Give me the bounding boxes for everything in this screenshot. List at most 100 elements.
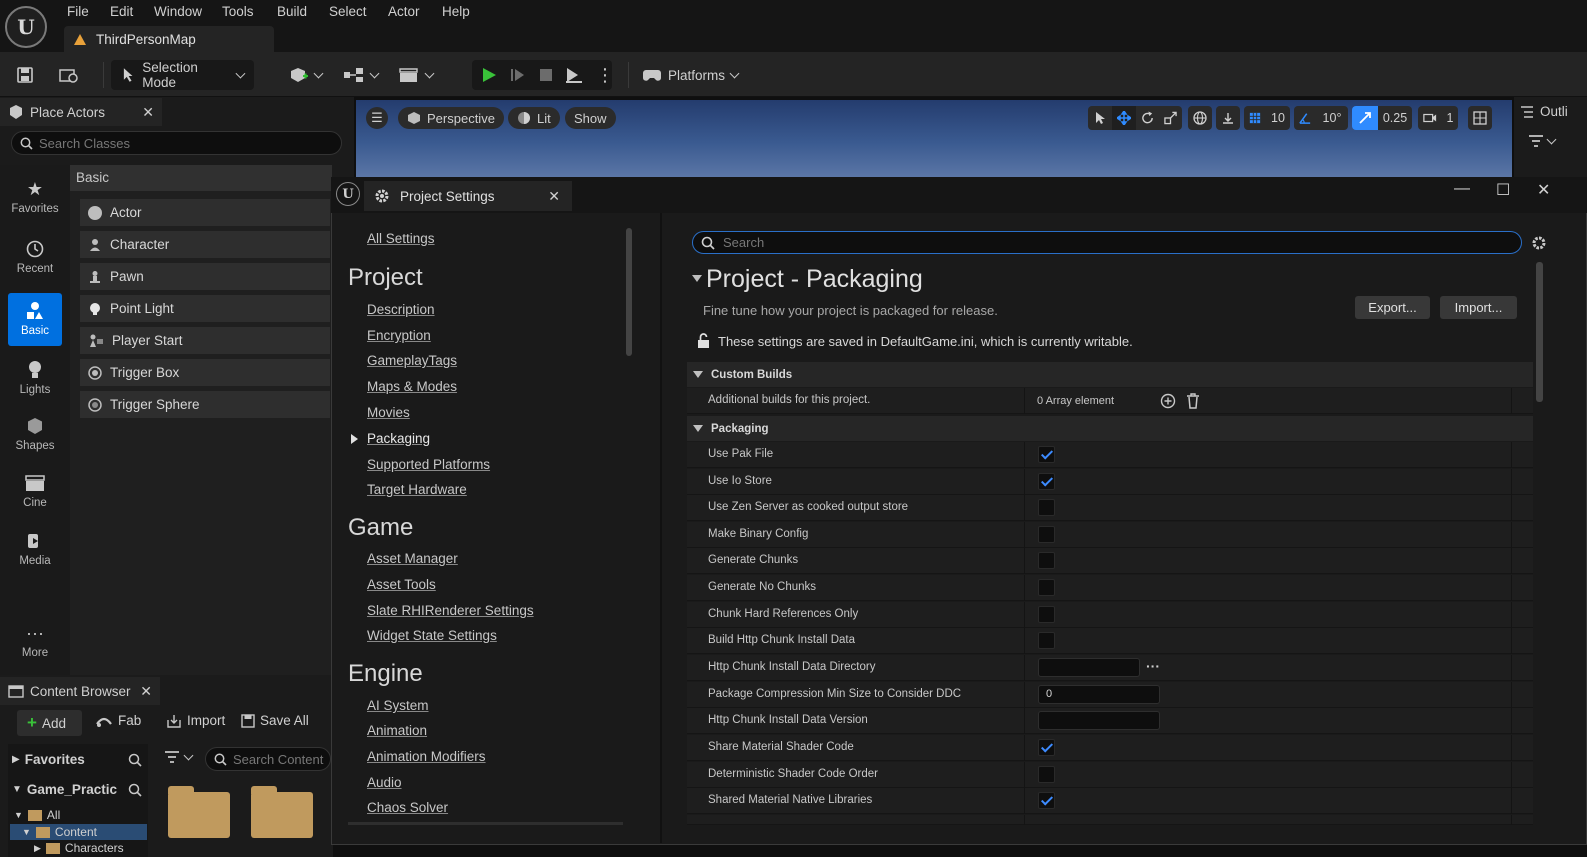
lit-button[interactable]: Lit xyxy=(508,107,560,129)
nav-chaos-solver[interactable]: Chaos Solver xyxy=(367,800,448,815)
http-chunk-directory-input[interactable] xyxy=(1038,658,1140,677)
settings-options-gear-icon[interactable] xyxy=(1531,235,1547,251)
folder-thumbnail[interactable] xyxy=(251,786,313,838)
play-options-icon[interactable]: ⋮ xyxy=(596,60,614,90)
nav-description[interactable]: Description xyxy=(367,302,435,317)
save-icon[interactable] xyxy=(16,60,34,90)
outliner-filter-dropdown[interactable] xyxy=(1528,134,1557,147)
actor-item-trigger-box[interactable]: Trigger Box xyxy=(80,359,330,386)
unreal-logo-icon[interactable]: U xyxy=(5,6,47,48)
add-element-icon[interactable] xyxy=(1160,393,1176,409)
expand-right-icon[interactable] xyxy=(351,434,358,444)
nav-encryption[interactable]: Encryption xyxy=(367,328,431,343)
category-recent[interactable]: Recent xyxy=(0,239,70,275)
surface-snap-icon[interactable] xyxy=(1216,106,1240,130)
menu-actor[interactable]: Actor xyxy=(388,4,420,19)
category-shapes[interactable]: Shapes xyxy=(0,416,70,452)
nav-scrollbar[interactable] xyxy=(626,228,632,356)
make-binary-config-checkbox[interactable] xyxy=(1038,526,1055,543)
viewport-menu-icon[interactable]: ☰ xyxy=(366,107,388,129)
project-settings-tab[interactable]: Project Settings ✕ xyxy=(364,181,572,211)
menu-tools[interactable]: Tools xyxy=(222,4,254,19)
content-browse-icon[interactable] xyxy=(58,60,80,90)
use-pak-file-checkbox[interactable] xyxy=(1038,446,1055,463)
export-button[interactable]: Export... xyxy=(1355,296,1430,319)
packaging-section[interactable]: Packaging xyxy=(687,416,1533,441)
favorites-section[interactable]: ▶ Favorites xyxy=(12,752,142,767)
nav-widget-state[interactable]: Widget State Settings xyxy=(367,628,497,643)
generate-no-chunks-checkbox[interactable] xyxy=(1038,579,1055,596)
close-icon[interactable]: ✕ xyxy=(548,188,560,205)
place-actors-tab[interactable]: Place Actors ✕ xyxy=(0,98,162,126)
menu-build[interactable]: Build xyxy=(277,4,307,19)
nav-ai-system[interactable]: AI System xyxy=(367,698,429,713)
browse-ellipsis-icon[interactable]: ··· xyxy=(1146,658,1160,674)
menu-select[interactable]: Select xyxy=(329,4,367,19)
blueprint-dropdown[interactable] xyxy=(343,60,380,90)
category-lights[interactable]: Lights xyxy=(0,360,70,396)
share-material-shader-checkbox[interactable] xyxy=(1038,739,1055,756)
use-io-store-checkbox[interactable] xyxy=(1038,473,1055,490)
category-cine[interactable]: Cine xyxy=(0,473,70,509)
camera-speed-icon[interactable] xyxy=(1418,106,1442,130)
custom-builds-section[interactable]: Custom Builds xyxy=(687,362,1533,387)
play-icon[interactable] xyxy=(480,60,498,90)
actor-item-player-start[interactable]: Player Start xyxy=(80,327,330,354)
compression-min-size-input[interactable]: 0 xyxy=(1038,685,1160,704)
scale-tool-icon[interactable] xyxy=(1159,106,1182,130)
import-button[interactable]: Import... xyxy=(1440,296,1517,319)
rotate-tool-icon[interactable] xyxy=(1136,106,1159,130)
actor-item-pawn[interactable]: Pawn xyxy=(80,263,330,290)
chunk-hard-references-checkbox[interactable] xyxy=(1038,606,1055,623)
eject-icon[interactable] xyxy=(564,60,584,90)
tree-item-content[interactable]: ▼ Content xyxy=(10,824,147,840)
step-icon[interactable] xyxy=(509,60,527,90)
import-button[interactable]: Import xyxy=(166,713,225,728)
nav-gameplay-tags[interactable]: GameplayTags xyxy=(367,353,457,368)
maximize-icon[interactable]: ☐ xyxy=(1496,180,1510,200)
scale-snap-value[interactable]: 0.25 xyxy=(1378,106,1412,130)
settings-search-input[interactable]: Search xyxy=(692,231,1522,254)
settings-scrollbar[interactable] xyxy=(1536,262,1543,402)
category-media[interactable]: Media xyxy=(0,531,70,567)
select-tool-icon[interactable] xyxy=(1088,106,1112,130)
rotation-snap-value[interactable]: 10° xyxy=(1316,106,1348,130)
trash-icon[interactable] xyxy=(1186,393,1200,409)
search-content-input[interactable]: Search Content xyxy=(205,747,331,771)
nav-asset-manager[interactable]: Asset Manager xyxy=(367,551,458,566)
cinematics-dropdown[interactable] xyxy=(398,60,435,90)
search-classes-input[interactable]: Search Classes xyxy=(11,131,342,155)
nav-slate-rhi[interactable]: Slate RHIRenderer Settings xyxy=(367,603,534,618)
nav-maps-modes[interactable]: Maps & Modes xyxy=(367,379,457,394)
menu-help[interactable]: Help xyxy=(442,4,470,19)
project-section[interactable]: ▼ Game_Practic xyxy=(12,782,142,797)
grid-snap-icon[interactable] xyxy=(1244,106,1266,130)
viewport-layout-icon[interactable] xyxy=(1468,106,1492,130)
close-icon[interactable]: ✕ xyxy=(142,104,154,121)
window-close-icon[interactable]: ✕ xyxy=(1537,180,1550,200)
filter-dropdown[interactable] xyxy=(164,750,194,764)
nav-packaging[interactable]: Packaging xyxy=(367,431,430,446)
http-chunk-version-input[interactable] xyxy=(1038,711,1160,730)
nav-supported-platforms[interactable]: Supported Platforms xyxy=(367,457,490,472)
scale-snap-icon[interactable] xyxy=(1352,106,1378,130)
nav-target-hardware[interactable]: Target Hardware xyxy=(367,482,467,497)
menu-file[interactable]: File xyxy=(67,4,89,19)
nav-hscrollbar[interactable] xyxy=(348,822,623,825)
actor-item-actor[interactable]: Actor xyxy=(80,199,330,226)
selection-mode-dropdown[interactable]: Selection Mode xyxy=(111,60,254,90)
outliner-tab[interactable]: Outli xyxy=(1520,104,1568,119)
build-http-chunk-checkbox[interactable] xyxy=(1038,632,1055,649)
collapse-icon[interactable] xyxy=(692,275,702,282)
category-more[interactable]: ··· More xyxy=(0,623,70,660)
platforms-dropdown[interactable]: Platforms xyxy=(642,60,740,90)
add-actor-dropdown[interactable] xyxy=(289,60,324,90)
grid-snap-value[interactable]: 10 xyxy=(1266,106,1290,130)
actor-item-character[interactable]: Character xyxy=(80,231,330,258)
shared-native-libraries-checkbox[interactable] xyxy=(1038,792,1055,809)
nav-animation[interactable]: Animation xyxy=(367,723,427,738)
nav-asset-tools[interactable]: Asset Tools xyxy=(367,577,436,592)
nav-animation-modifiers[interactable]: Animation Modifiers xyxy=(367,749,486,764)
tree-item-characters[interactable]: ▶ Characters xyxy=(34,840,124,856)
menu-window[interactable]: Window xyxy=(154,4,202,19)
